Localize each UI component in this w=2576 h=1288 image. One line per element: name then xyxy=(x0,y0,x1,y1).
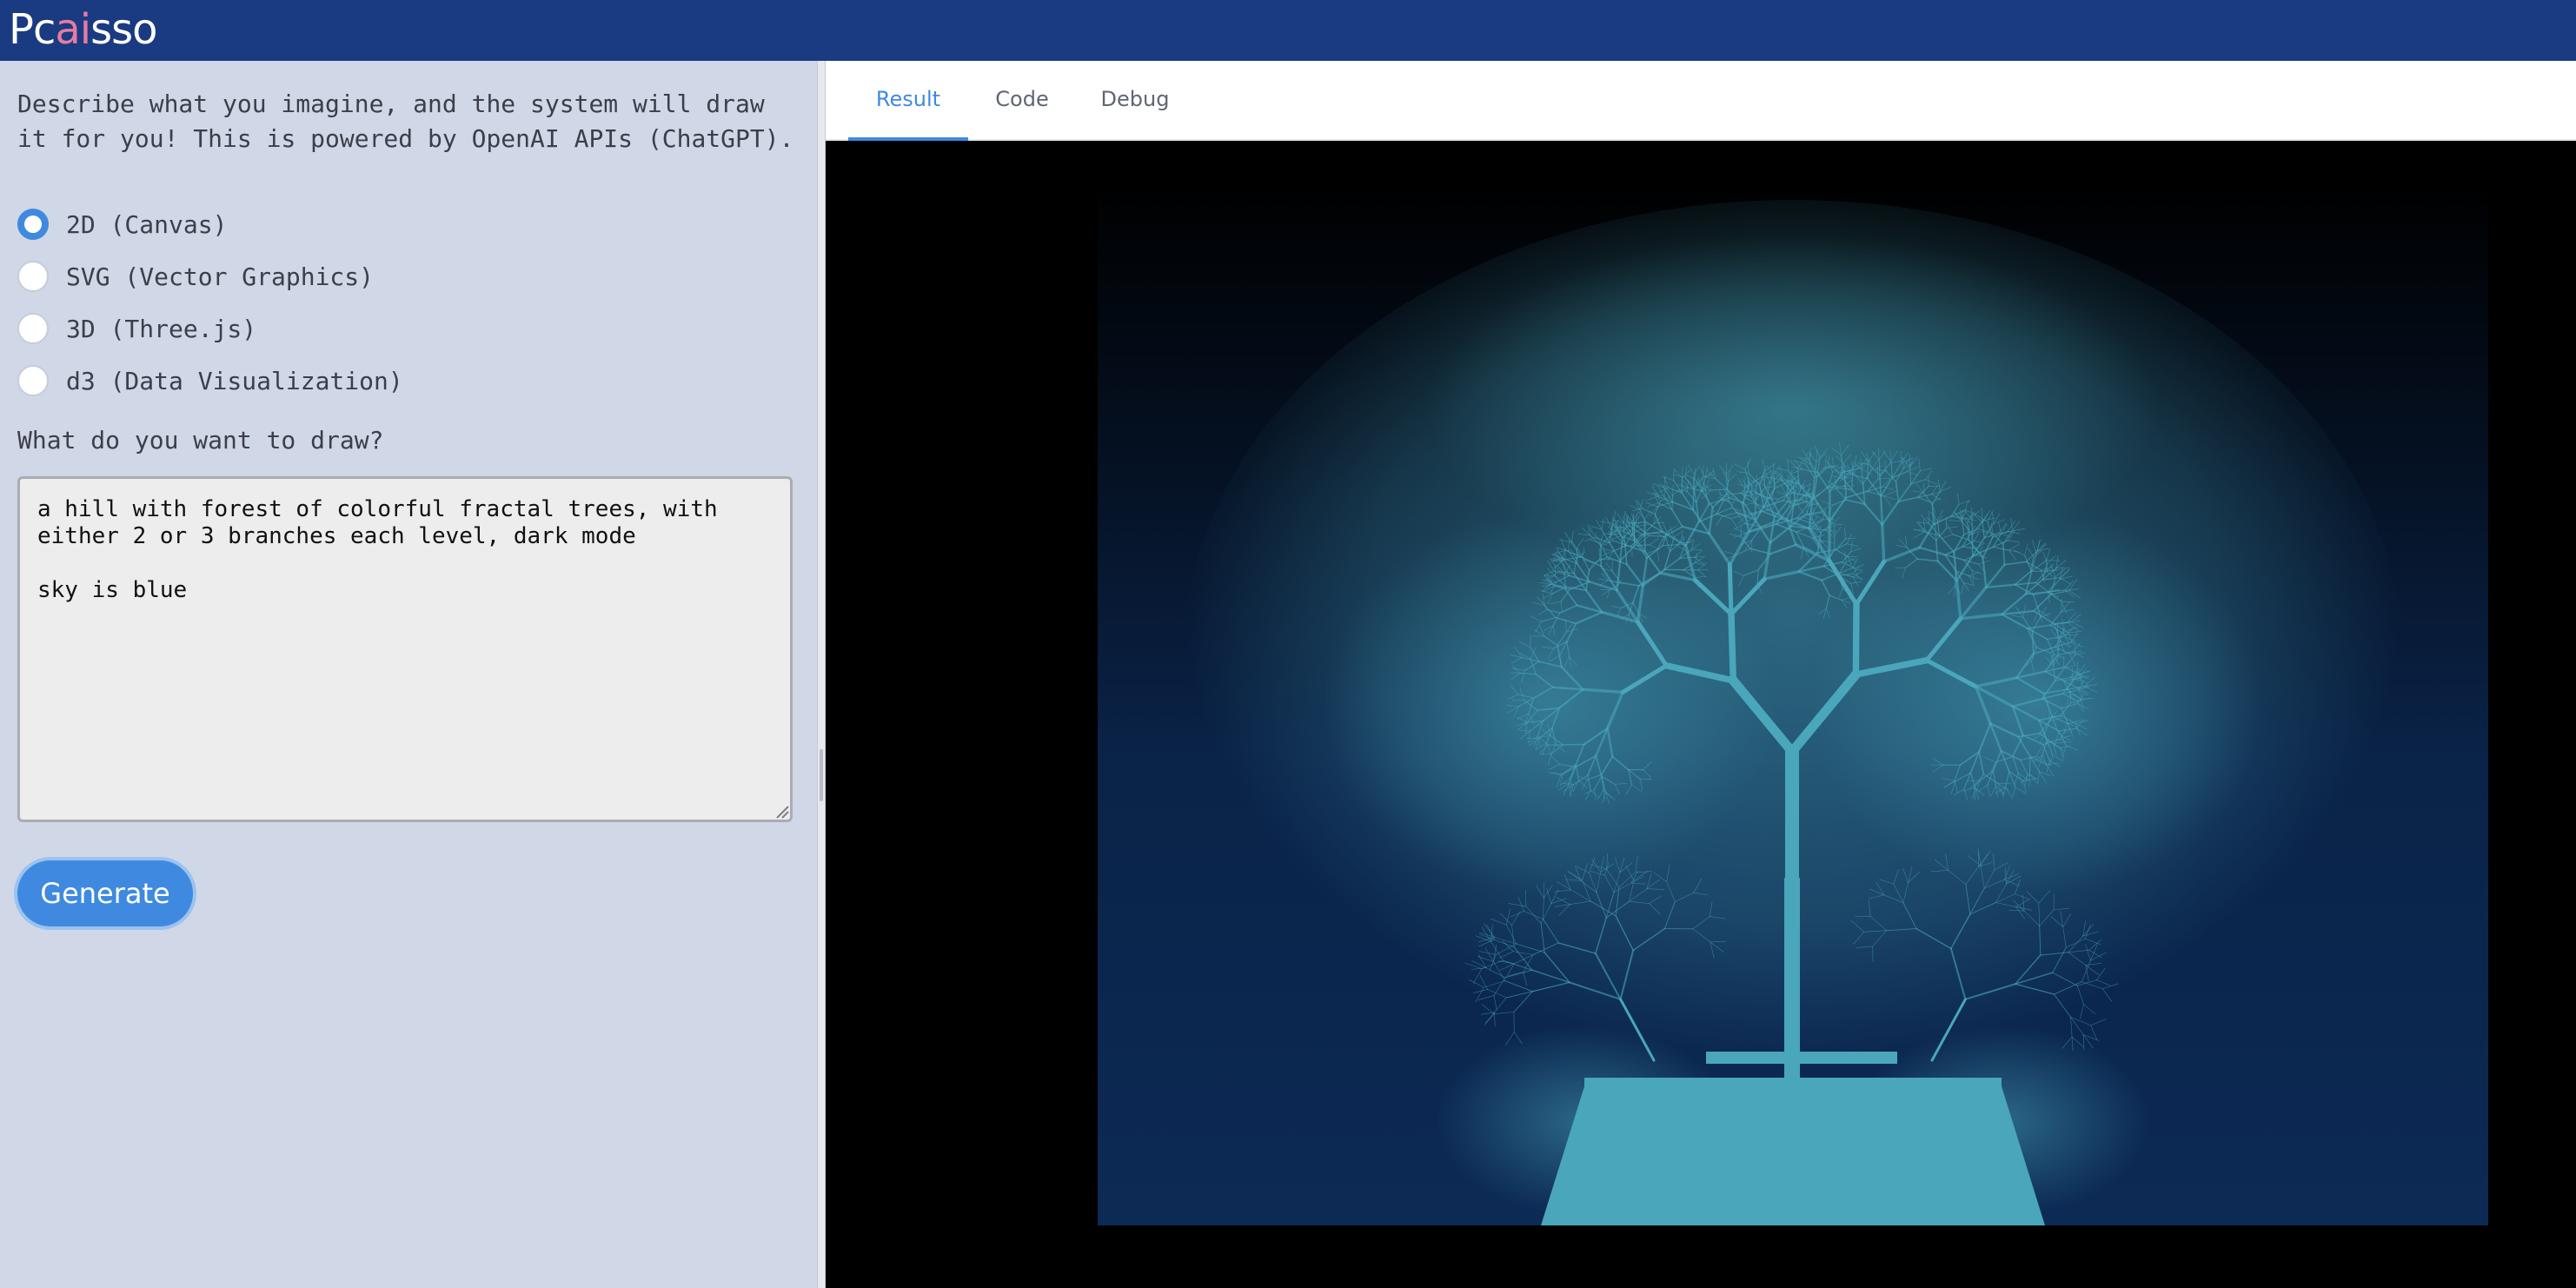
mode-option-svg[interactable]: SVG (Vector Graphics) xyxy=(17,257,374,295)
tab-result[interactable]: Result xyxy=(848,61,968,141)
mode-label: d3 (Data Visualization) xyxy=(66,366,403,395)
radio-button[interactable] xyxy=(17,313,49,344)
prompt-label: What do you want to draw? xyxy=(17,426,384,455)
logo-text-suffix: sso xyxy=(90,5,157,54)
mode-option-2d-canvas[interactable]: 2D (Canvas) xyxy=(17,205,227,243)
radio-button[interactable] xyxy=(17,365,49,396)
generated-drawing xyxy=(1098,183,2488,1225)
tab-debug[interactable]: Debug xyxy=(1076,61,1194,141)
mode-option-d3[interactable]: d3 (Data Visualization) xyxy=(17,362,403,400)
logo-text-prefix: Pc xyxy=(9,5,56,54)
resize-grip-icon[interactable] xyxy=(773,803,789,819)
right-panel: Result Code Debug xyxy=(826,61,2576,1288)
ground-bush-right xyxy=(1854,1026,2149,1217)
mode-option-3d[interactable]: 3D (Three.js) xyxy=(17,309,256,348)
prompt-textarea[interactable]: a hill with forest of colorful fractal t… xyxy=(17,476,793,822)
panel-splitter[interactable] xyxy=(817,61,826,1288)
app-logo[interactable]: Pcaisso xyxy=(9,3,157,56)
app-description: Describe what you imagine, and the syste… xyxy=(17,90,794,153)
result-canvas-area xyxy=(826,141,2576,1288)
radio-button-checked[interactable] xyxy=(17,209,49,240)
mode-label: SVG (Vector Graphics) xyxy=(66,262,375,291)
ground-bush-left xyxy=(1437,1026,1732,1217)
splitter-handle-icon[interactable] xyxy=(820,749,823,801)
logo-text-ai: ai xyxy=(55,5,91,54)
mode-label: 2D (Canvas) xyxy=(66,209,228,239)
left-panel: Describe what you imagine, and the syste… xyxy=(0,61,817,1288)
mode-label: 3D (Three.js) xyxy=(66,314,257,343)
tab-bar: Result Code Debug xyxy=(826,61,2576,141)
generate-button[interactable]: Generate xyxy=(17,860,193,926)
top-bar: Pcaisso xyxy=(0,0,2576,61)
hill-crossbar xyxy=(1706,1052,1897,1064)
radio-button[interactable] xyxy=(17,261,49,292)
tab-code[interactable]: Code xyxy=(968,61,1076,141)
